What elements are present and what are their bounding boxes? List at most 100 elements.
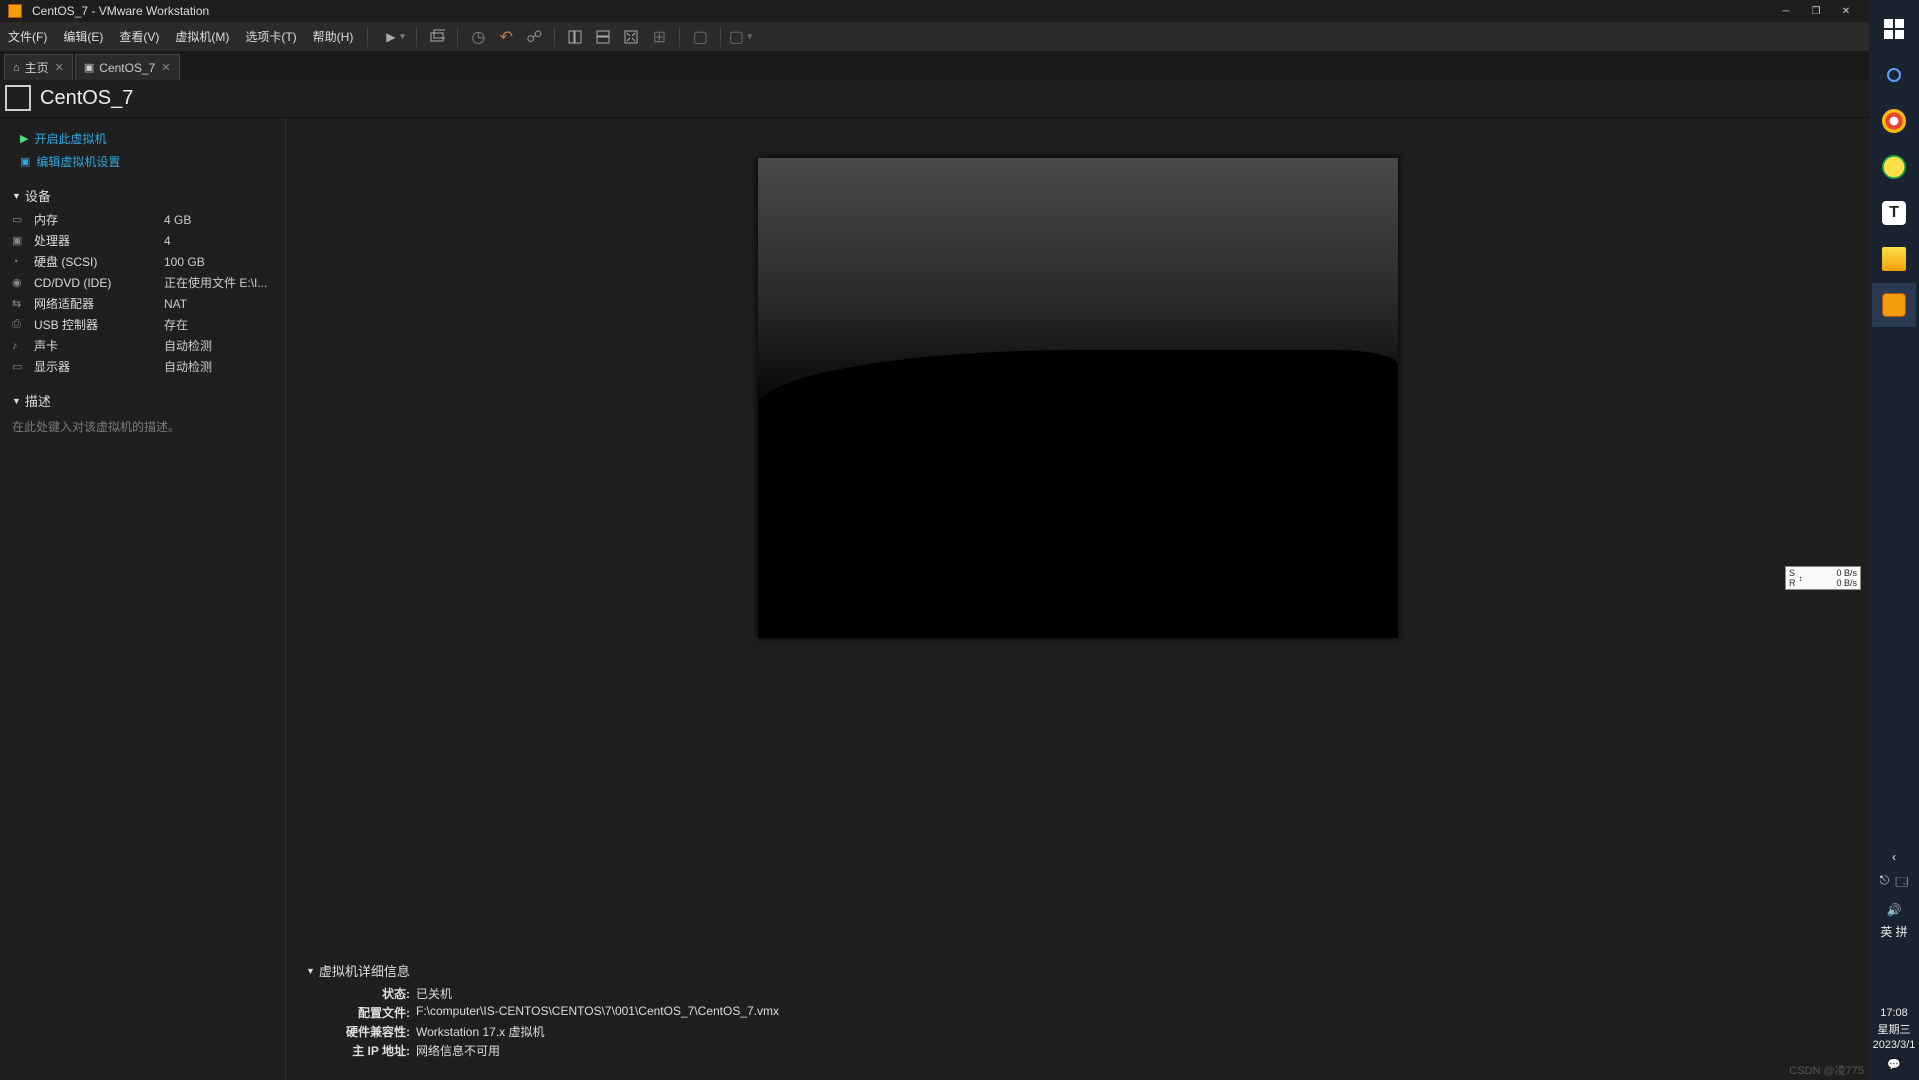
tray-expand-icon[interactable]: ‹ bbox=[1892, 850, 1896, 864]
detail-row-hw: 硬件兼容性:Workstation 17.x 虚拟机 bbox=[306, 1022, 1849, 1041]
net-r-value: 0 B/s bbox=[1806, 578, 1858, 588]
memory-icon: ▭ bbox=[12, 213, 28, 226]
description-section-label: 描述 bbox=[25, 391, 51, 410]
description-section-header[interactable]: ▼ 描述 bbox=[12, 391, 273, 410]
title-bar: CentOS_7 - VMware Workstation ─ ❐ ✕ bbox=[0, 0, 1869, 22]
edit-vm-settings-link[interactable]: ▣ 编辑虚拟机设置 bbox=[12, 151, 273, 172]
vm-panel-icon bbox=[8, 88, 30, 110]
clock-time: 17:08 bbox=[1880, 1007, 1908, 1019]
app-icon-yellow[interactable] bbox=[1872, 145, 1916, 189]
clock-date: 2023/3/1 bbox=[1873, 1039, 1916, 1051]
snapshot-revert-button[interactable]: ↶ bbox=[492, 23, 520, 51]
menu-tabs[interactable]: 选项卡(T) bbox=[237, 22, 304, 51]
separator bbox=[679, 27, 680, 47]
details-header[interactable]: ▼ 虚拟机详细信息 bbox=[306, 961, 1849, 980]
device-cddvd[interactable]: ◉CD/DVD (IDE)正在使用文件 E:\I... bbox=[12, 272, 273, 293]
description-input[interactable]: 在此处键入对该虚拟机的描述。 bbox=[12, 414, 273, 439]
fullscreen-button[interactable] bbox=[617, 23, 645, 51]
device-network[interactable]: ⇆网络适配器NAT bbox=[12, 293, 273, 314]
preview-area: ▼ 虚拟机详细信息 状态:已关机 配置文件:F:\computer\IS-CEN… bbox=[286, 118, 1869, 1080]
network-speed-widget[interactable]: S R ↕ 0 B/s 0 B/s bbox=[1785, 566, 1861, 590]
cortana-icon[interactable] bbox=[1872, 53, 1916, 97]
stretch-button[interactable]: ▢ ▼ bbox=[727, 23, 755, 51]
separator bbox=[416, 27, 417, 47]
ime-mode[interactable]: 拼 bbox=[1896, 925, 1908, 939]
power-on-label: 开启此虚拟机 bbox=[34, 130, 106, 147]
maximize-button[interactable]: ❐ bbox=[1801, 0, 1831, 22]
sound-icon: ♪ bbox=[12, 340, 28, 352]
cpu-icon: ▣ bbox=[12, 234, 28, 247]
wifi-icon[interactable]: ⎋ bbox=[1880, 873, 1890, 894]
devices-list: ▭内存4 GB ▣处理器4 ◔硬盘 (SCSI)100 GB ◉CD/DVD (… bbox=[12, 209, 273, 377]
clock-weekday: 星期三 bbox=[1878, 1021, 1911, 1037]
csdn-watermark: CSDN @凌775 bbox=[1789, 1062, 1864, 1078]
separator bbox=[554, 27, 555, 47]
menu-view[interactable]: 查看(V) bbox=[111, 22, 167, 51]
tab-vm[interactable]: ▣ CentOS_7 ✕ bbox=[75, 54, 180, 80]
edit-settings-label: 编辑虚拟机设置 bbox=[36, 153, 120, 170]
net-r-label: R bbox=[1789, 578, 1796, 588]
menu-bar: 文件(F) 编辑(E) 查看(V) 虚拟机(M) 选项卡(T) 帮助(H) ▶▼… bbox=[0, 22, 1869, 52]
action-center-icon[interactable]: 💬 bbox=[1887, 1058, 1901, 1071]
separator bbox=[457, 27, 458, 47]
vm-title: CentOS_7 bbox=[40, 87, 133, 110]
separator bbox=[720, 27, 721, 47]
device-memory[interactable]: ▭内存4 GB bbox=[12, 209, 273, 230]
net-s-label: S bbox=[1789, 568, 1796, 578]
display-icon: ▭ bbox=[12, 360, 28, 373]
detail-row-state: 状态:已关机 bbox=[306, 984, 1849, 1003]
sidebar: ▶ 开启此虚拟机 ▣ 编辑虚拟机设置 ▼ 设备 ▭内存4 GB ▣处理器4 ◔硬… bbox=[0, 118, 286, 1080]
vmware-taskbar-icon[interactable] bbox=[1872, 283, 1916, 327]
details-header-label: 虚拟机详细信息 bbox=[319, 961, 410, 980]
detail-row-config: 配置文件:F:\computer\IS-CENTOS\CENTOS\7\001\… bbox=[306, 1003, 1849, 1022]
snapshot-button[interactable]: ◷ bbox=[464, 23, 492, 51]
menu-vm[interactable]: 虚拟机(M) bbox=[167, 22, 237, 51]
unity-button[interactable]: ⊞ bbox=[645, 23, 673, 51]
device-processor[interactable]: ▣处理器4 bbox=[12, 230, 273, 251]
volume-icon[interactable]: 🔊 bbox=[1887, 903, 1902, 917]
device-display[interactable]: ▭显示器自动检测 bbox=[12, 356, 273, 377]
taskbar-clock[interactable]: 17:08 星期三 2023/3/1 💬 bbox=[1869, 1006, 1919, 1072]
caret-down-icon: ▼ bbox=[12, 396, 21, 406]
battery-icon[interactable]: 🗔 bbox=[1895, 873, 1908, 894]
detail-row-ip: 主 IP 地址:网络信息不可用 bbox=[306, 1041, 1849, 1060]
chrome-icon[interactable] bbox=[1872, 99, 1916, 143]
menu-file[interactable]: 文件(F) bbox=[0, 22, 55, 51]
minimize-button[interactable]: ─ bbox=[1771, 0, 1801, 22]
tab-close-button[interactable]: ✕ bbox=[161, 61, 170, 74]
tab-strip: ⌂ 主页 ✕ ▣ CentOS_7 ✕ bbox=[0, 52, 1869, 80]
snapshot-manager-button[interactable]: ☍ bbox=[520, 23, 548, 51]
vm-icon: ▣ bbox=[84, 61, 94, 74]
vmware-logo-icon bbox=[8, 4, 22, 18]
tab-close-button[interactable]: ✕ bbox=[55, 61, 64, 74]
caret-down-icon: ▼ bbox=[306, 966, 315, 976]
close-button[interactable]: ✕ bbox=[1831, 0, 1861, 22]
menu-edit[interactable]: 编辑(E) bbox=[55, 22, 111, 51]
power-on-vm-link[interactable]: ▶ 开启此虚拟机 bbox=[12, 128, 273, 149]
device-hard-disk[interactable]: ◔硬盘 (SCSI)100 GB bbox=[12, 251, 273, 272]
windows-taskbar: T ‹ ⎋ 🗔 🔊 英 拼 17:08 星期三 2023/3/1 💬 bbox=[1869, 0, 1919, 1080]
console-button[interactable]: ▢ bbox=[686, 23, 714, 51]
network-icon: ⇆ bbox=[12, 297, 28, 310]
cd-icon: ◉ bbox=[12, 276, 28, 289]
caret-down-icon: ▼ bbox=[12, 191, 21, 201]
start-button[interactable] bbox=[1872, 7, 1916, 51]
send-ctrl-alt-del-button[interactable] bbox=[423, 23, 451, 51]
device-usb[interactable]: ⎙USB 控制器存在 bbox=[12, 314, 273, 335]
home-icon: ⌂ bbox=[13, 62, 20, 74]
menu-help[interactable]: 帮助(H) bbox=[305, 22, 362, 51]
device-sound[interactable]: ♪声卡自动检测 bbox=[12, 335, 273, 356]
layout-split-button[interactable] bbox=[589, 23, 617, 51]
tab-vm-label: CentOS_7 bbox=[99, 61, 155, 75]
power-on-button[interactable]: ▶▼ bbox=[382, 23, 410, 51]
vm-details: ▼ 虚拟机详细信息 状态:已关机 配置文件:F:\computer\IS-CEN… bbox=[286, 951, 1869, 1080]
disk-icon: ◔ bbox=[12, 256, 28, 268]
file-explorer-icon[interactable] bbox=[1872, 237, 1916, 281]
text-app-icon[interactable]: T bbox=[1872, 191, 1916, 235]
layout-single-button[interactable] bbox=[561, 23, 589, 51]
tab-home[interactable]: ⌂ 主页 ✕ bbox=[4, 54, 73, 80]
ime-lang[interactable]: 英 bbox=[1880, 925, 1892, 939]
window-title: CentOS_7 - VMware Workstation bbox=[32, 4, 209, 18]
devices-section-header[interactable]: ▼ 设备 bbox=[12, 186, 273, 205]
devices-section-label: 设备 bbox=[25, 186, 51, 205]
